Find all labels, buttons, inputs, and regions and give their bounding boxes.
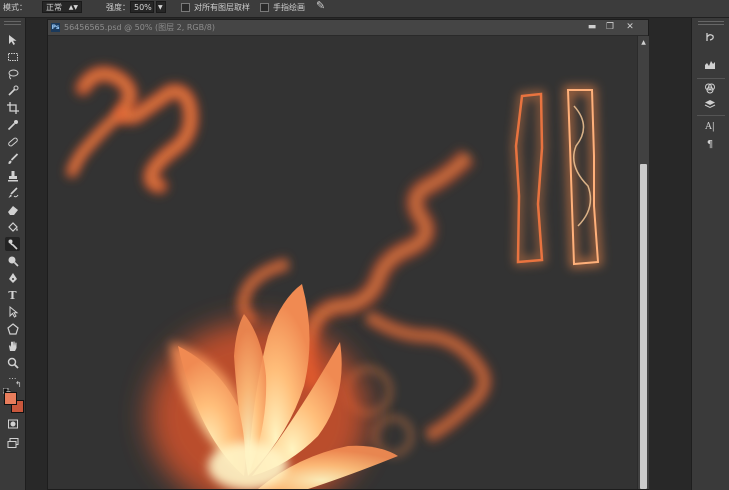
close-icon[interactable]: ✕ [622,21,638,33]
zoom-tool-icon[interactable] [5,356,20,370]
sample-all-layers-checkbox[interactable] [181,3,190,12]
mode-label: 模式： [3,3,27,12]
flame-bloom [148,284,398,489]
squiggle-stroke [66,65,199,194]
toolbar-grip[interactable] [4,21,21,25]
dock-grip[interactable] [698,21,724,25]
channels-panel-icon[interactable] [700,82,720,97]
screen-mode-icon[interactable] [5,436,20,450]
eyedropper-tool-icon[interactable] [5,118,20,132]
foreground-color-swatch[interactable] [4,392,17,405]
smudge-tool-icon[interactable] [5,237,20,251]
tools-panel: T … ↰ [0,18,26,490]
scrollbar-thumb[interactable] [640,164,647,489]
character-panel-icon[interactable]: A| [700,120,720,135]
finger-painting-checkbox[interactable] [260,3,269,12]
histogram-panel-icon[interactable] [700,58,720,73]
bar-strokes [512,86,603,269]
eraser-tool-icon[interactable] [5,203,20,217]
path-selection-tool-icon[interactable] [5,305,20,319]
quick-mask-icon[interactable] [5,417,20,431]
type-tool-icon[interactable]: T [5,288,20,302]
layers-panel-icon[interactable] [700,98,720,113]
crop-tool-icon[interactable] [5,101,20,115]
chevron-down-icon: ▲▼ [68,4,78,11]
paragraph-panel-icon[interactable]: ¶ [700,137,720,152]
restore-icon[interactable]: ❐ [602,21,618,33]
marquee-tool-icon[interactable] [5,50,20,64]
chevron-down-icon: ▼ [158,4,163,11]
rectangle-tool-icon[interactable] [5,322,20,336]
dock-separator [697,78,725,79]
strength-label: 强度： [106,3,130,12]
panel-dock: A| ¶ [691,18,729,490]
document-title-bar[interactable]: Ps 56456565.psd @ 50% (图层 2, RGB/8) ▬ ❐ … [48,20,648,36]
strength-dropdown-button[interactable]: ▼ [156,1,166,13]
swap-colors-icon[interactable]: ↰ [15,380,22,389]
mode-dropdown[interactable]: 正常 ▲▼ [42,1,82,13]
pressure-brush-icon[interactable]: ✎ [316,0,325,12]
quick-selection-tool-icon[interactable] [5,84,20,98]
dock-separator [697,115,725,116]
move-tool-icon[interactable] [5,33,20,47]
pen-tool-icon[interactable] [5,271,20,285]
brush-tool-icon[interactable] [5,152,20,166]
strength-value: 50% [134,3,152,12]
history-panel-icon[interactable] [700,31,720,46]
paint-bucket-icon[interactable] [5,220,20,234]
minimize-icon[interactable]: ▬ [584,21,600,33]
finger-painting-label: 手指绘画 [273,3,305,12]
clone-stamp-icon[interactable] [5,169,20,183]
canvas[interactable] [48,36,637,489]
options-bar: 模式： 正常 ▲▼ 强度： 50% ▼ 对所有图层取样 手指绘画 ✎ [0,0,729,18]
default-colors-icon[interactable] [2,381,12,397]
document-window: Ps 56456565.psd @ 50% (图层 2, RGB/8) ▬ ❐ … [47,19,649,490]
hand-tool-icon[interactable] [5,339,20,353]
scroll-up-icon[interactable]: ▲ [638,38,649,48]
sample-all-layers-label: 对所有图层取样 [194,3,250,12]
lasso-tool-icon[interactable] [5,67,20,81]
strength-input[interactable]: 50% [130,1,154,13]
document-title: 56456565.psd @ 50% (图层 2, RGB/8) [64,23,215,32]
history-brush-icon[interactable] [5,186,20,200]
fire-artwork [66,65,603,489]
dodge-tool-icon[interactable] [5,254,20,268]
photoshop-icon: Ps [51,23,60,32]
vertical-scrollbar[interactable]: ▲ [637,36,649,489]
mode-value: 正常 [46,3,62,12]
spot-healing-brush-icon[interactable] [5,135,20,149]
